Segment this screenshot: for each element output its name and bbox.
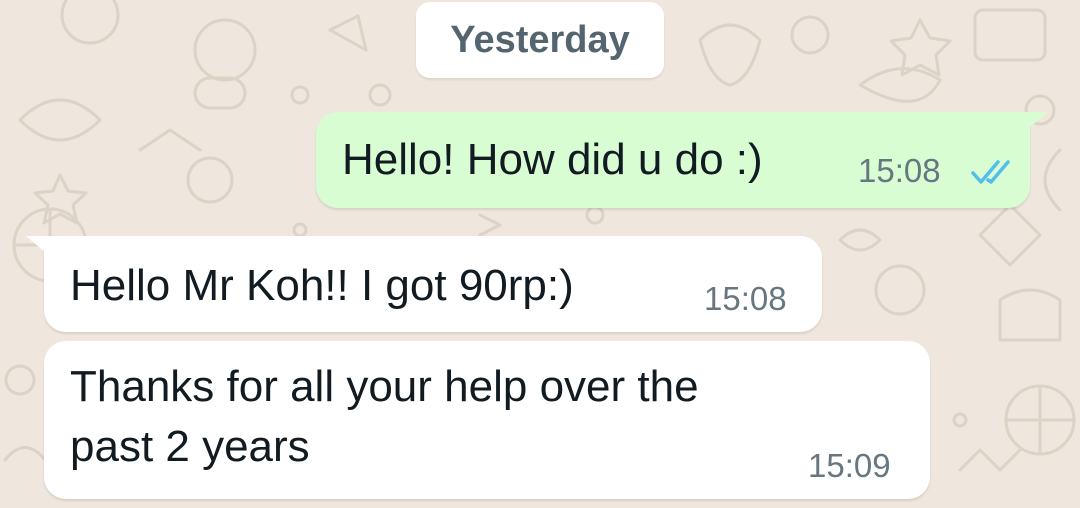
message-text: Hello Mr Koh!! I got 90rp:) xyxy=(70,261,574,310)
message-text: Hello! How did u do :) xyxy=(342,135,763,184)
incoming-message-bubble[interactable]: Hello Mr Koh!! I got 90rp:) 15:08 xyxy=(26,236,822,332)
outgoing-message-bubble[interactable]: Hello! How did u do :) 15:08 xyxy=(316,112,1048,208)
bubble-tail xyxy=(26,236,52,258)
double-check-icon xyxy=(971,160,1010,184)
message-timestamp: 15:09 xyxy=(808,447,891,484)
message-timestamp: 15:08 xyxy=(704,280,787,317)
date-label: Yesterday xyxy=(450,18,630,61)
message-timestamp: 15:08 xyxy=(858,152,941,189)
incoming-message-bubble[interactable]: Thanks for all your help over the past 2… xyxy=(44,341,930,499)
message-text: Thanks for all your help over the past 2… xyxy=(70,362,699,471)
date-separator: Yesterday xyxy=(416,2,664,78)
bubble-tail xyxy=(1022,112,1048,134)
